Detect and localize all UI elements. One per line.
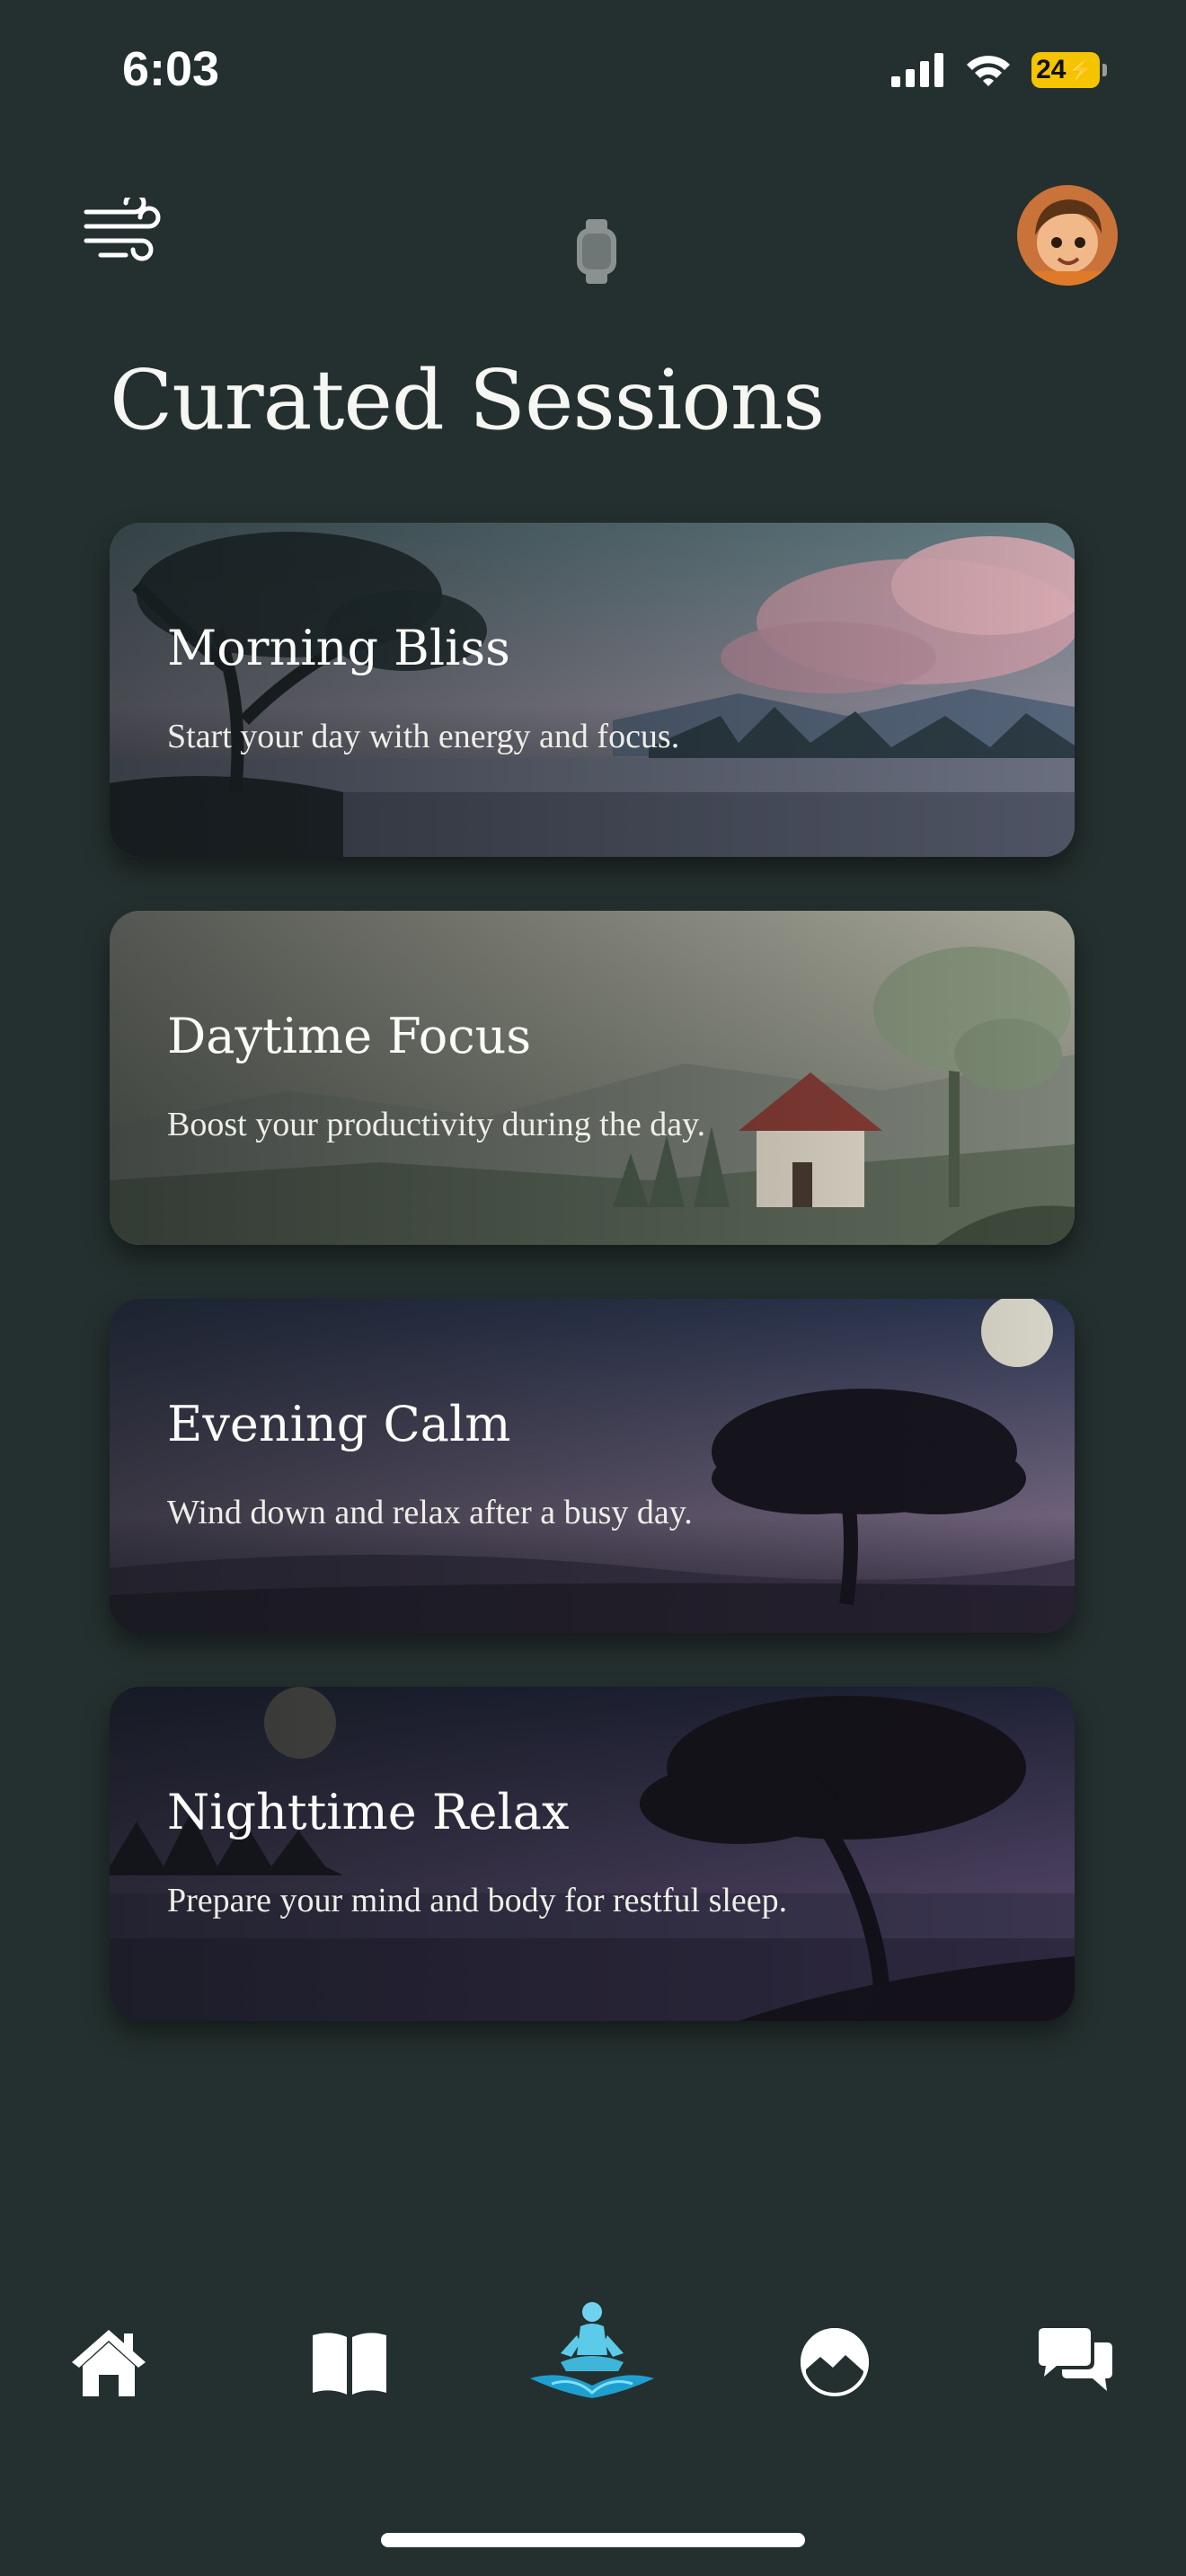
- home-indicator[interactable]: [381, 2533, 805, 2547]
- session-title: Nighttime Relax: [167, 1784, 570, 1840]
- session-card-daytime-focus[interactable]: Daytime Focus Boost your productivity du…: [110, 911, 1075, 1245]
- top-bar: [0, 180, 1186, 287]
- chat-icon: [1039, 2328, 1112, 2391]
- watch-icon: [577, 219, 616, 284]
- session-card-morning-bliss[interactable]: Morning Bliss Start your day with energy…: [110, 523, 1075, 857]
- tab-meditate[interactable]: [525, 2299, 659, 2407]
- page-title: Curated Sessions: [110, 352, 825, 448]
- status-time: 6:03: [122, 42, 220, 96]
- session-subtitle: Wind down and relax after a busy day.: [167, 1494, 693, 1531]
- battery-level: 24: [1036, 55, 1067, 84]
- profile-avatar[interactable]: [1017, 185, 1118, 286]
- session-title: Morning Bliss: [167, 620, 510, 676]
- tab-community[interactable]: [1026, 2317, 1125, 2407]
- wifi-icon: [967, 56, 1010, 86]
- home-icon: [72, 2330, 146, 2396]
- book-icon: [313, 2333, 386, 2395]
- session-card-evening-calm[interactable]: Evening Calm Wind down and relax after a…: [110, 1299, 1075, 1633]
- tab-scenes[interactable]: [785, 2317, 884, 2407]
- session-subtitle: Start your day with energy and focus.: [167, 718, 680, 755]
- session-subtitle: Boost your productivity during the day.: [167, 1106, 706, 1143]
- avatar-image: [1017, 185, 1118, 286]
- status-icons: 24 ⚡: [891, 52, 1107, 88]
- session-card-nighttime-relax[interactable]: Nighttime Relax Prepare your mind and bo…: [110, 1687, 1075, 2021]
- session-title: Evening Calm: [167, 1396, 511, 1452]
- tab-home[interactable]: [59, 2317, 158, 2407]
- session-subtitle: Prepare your mind and body for restful s…: [167, 1882, 788, 1919]
- tab-bar: [0, 2281, 1186, 2443]
- wind-icon: [84, 191, 161, 261]
- session-title: Daytime Focus: [167, 1008, 532, 1064]
- landscape-icon: [801, 2328, 869, 2400]
- watch-button[interactable]: [571, 216, 622, 287]
- signal-icon: [891, 53, 943, 87]
- status-bar: 6:03 24 ⚡: [0, 0, 1186, 144]
- tab-library[interactable]: [300, 2317, 399, 2407]
- battery-icon: 24 ⚡: [1031, 52, 1107, 88]
- meditation-icon: [530, 2302, 654, 2398]
- breathing-button[interactable]: [83, 191, 165, 269]
